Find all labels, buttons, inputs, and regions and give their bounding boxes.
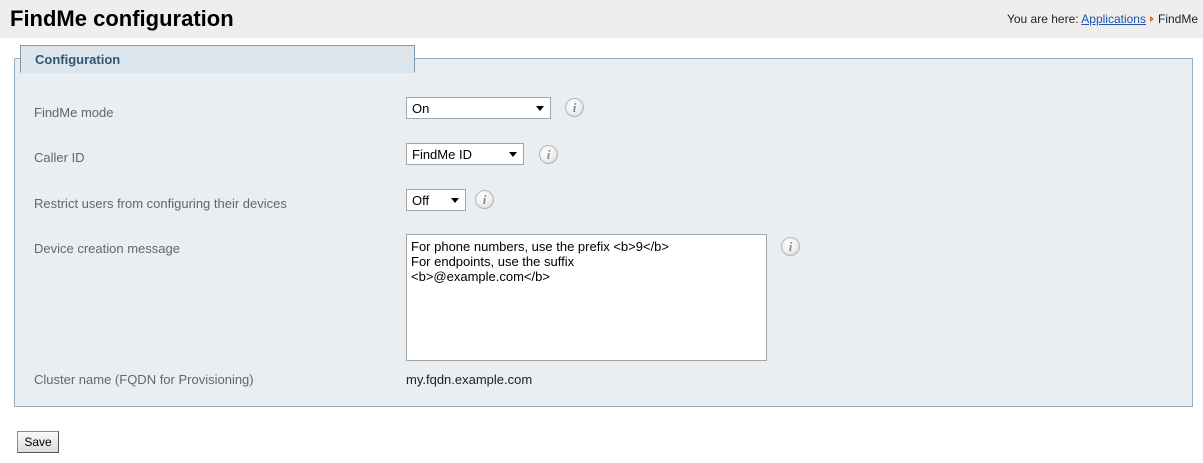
findme-mode-select[interactable]: On [406, 97, 551, 119]
save-button[interactable]: Save [17, 431, 59, 453]
chevron-down-icon [536, 106, 544, 111]
breadcrumb-arrow-icon [1149, 16, 1154, 23]
chevron-down-icon [451, 198, 459, 203]
findme-mode-label: FindMe mode [34, 105, 114, 120]
info-icon[interactable]: i [475, 190, 494, 209]
device-creation-message-label: Device creation message [34, 241, 180, 256]
info-icon[interactable]: i [565, 98, 584, 117]
breadcrumb-current: FindMe [1157, 12, 1198, 26]
device-creation-message-textarea[interactable]: For phone numbers, use the prefix <b>9</… [406, 234, 767, 361]
findme-mode-value: On [412, 101, 430, 116]
info-icon[interactable]: i [781, 237, 800, 256]
restrict-users-select[interactable]: Off [406, 189, 466, 211]
restrict-users-label: Restrict users from configuring their de… [34, 196, 287, 211]
page-title: FindMe configuration [10, 6, 234, 31]
breadcrumb-link-applications[interactable]: Applications [1081, 12, 1146, 26]
caller-id-label: Caller ID [34, 150, 85, 165]
configuration-panel-header: Configuration [20, 45, 415, 73]
cluster-name-value: my.fqdn.example.com [406, 372, 533, 387]
caller-id-value: FindMe ID [412, 147, 472, 162]
info-icon[interactable]: i [539, 145, 558, 164]
cluster-name-label: Cluster name (FQDN for Provisioning) [34, 372, 254, 387]
breadcrumb-prefix: You are here: [1006, 12, 1079, 26]
page-header: FindMe configuration You are here: Appli… [0, 0, 1203, 38]
caller-id-select[interactable]: FindMe ID [406, 143, 524, 165]
chevron-down-icon [509, 152, 517, 157]
restrict-users-value: Off [412, 193, 430, 208]
configuration-panel-title: Configuration [35, 52, 121, 67]
breadcrumb: You are here: Applications FindMe [1007, 12, 1198, 26]
